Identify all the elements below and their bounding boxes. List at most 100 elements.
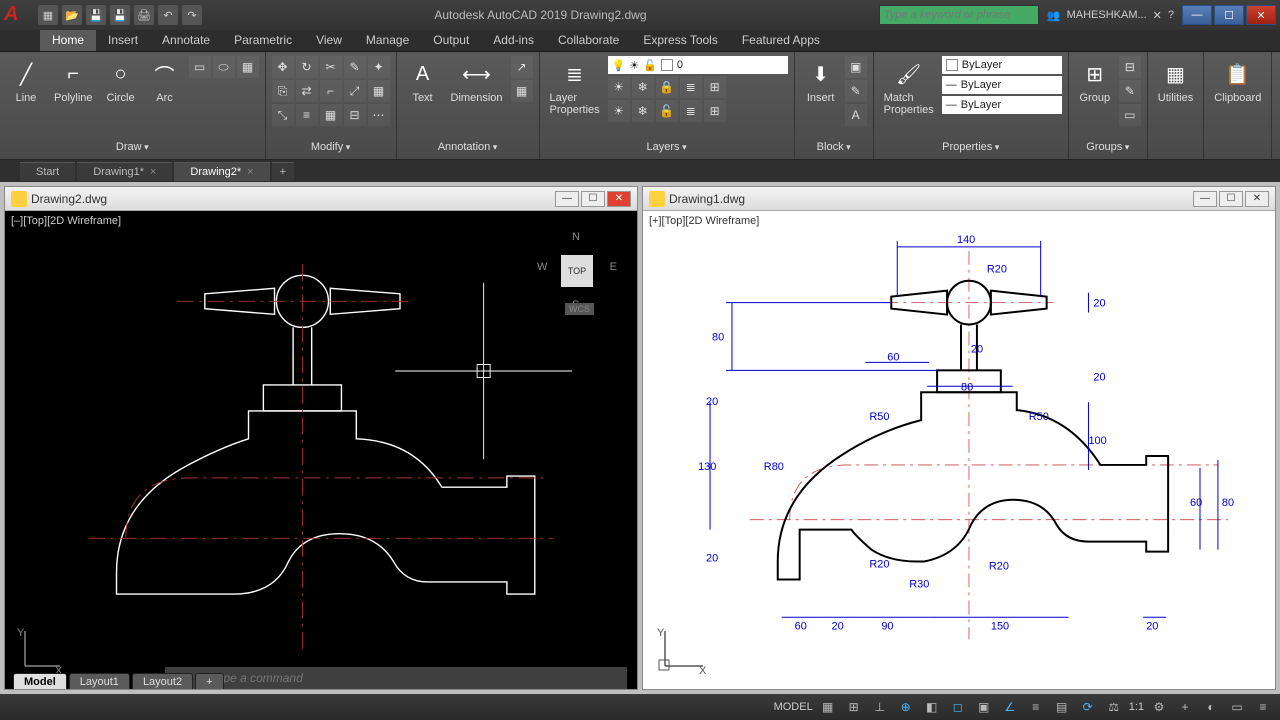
- command-input[interactable]: [211, 671, 621, 685]
- layer-properties-tool[interactable]: ≣Layer Properties: [546, 56, 604, 122]
- snap-icon[interactable]: ⊞: [843, 697, 865, 717]
- dimension-tool[interactable]: ⟷Dimension: [447, 56, 507, 106]
- mirror-icon[interactable]: ⇄: [296, 80, 318, 102]
- layer-iso-icon[interactable]: ⊞: [704, 76, 726, 98]
- layer-thaw-icon[interactable]: ❄: [632, 100, 654, 122]
- tab-manage[interactable]: Manage: [354, 30, 421, 51]
- create-block-icon[interactable]: ▣: [845, 56, 867, 78]
- polar-icon[interactable]: ⊕: [895, 697, 917, 717]
- tab-home[interactable]: Home: [40, 30, 96, 51]
- osnap-icon[interactable]: ◻: [947, 697, 969, 717]
- tab-insert[interactable]: Insert: [96, 30, 150, 51]
- panel-properties-label[interactable]: Properties: [880, 139, 1062, 155]
- grid-icon[interactable]: ▦: [817, 697, 839, 717]
- close-icon[interactable]: ×: [150, 166, 156, 178]
- scale-label[interactable]: 1:1: [1129, 701, 1144, 713]
- otrack-icon[interactable]: ∠: [999, 697, 1021, 717]
- table-icon[interactable]: ▦: [511, 80, 533, 102]
- lineweight-dropdown[interactable]: —ByLayer: [942, 76, 1062, 94]
- layout-add-tab[interactable]: +: [195, 673, 223, 689]
- cycling-icon[interactable]: ⟳: [1077, 697, 1099, 717]
- ellipse-icon[interactable]: ⬭: [213, 56, 235, 78]
- layer-on-icon[interactable]: ☀: [608, 100, 630, 122]
- tab-parametric[interactable]: Parametric: [222, 30, 304, 51]
- doc-tab-add[interactable]: +: [272, 162, 294, 181]
- text-tool[interactable]: AText: [403, 56, 443, 106]
- cleanscreen-icon[interactable]: ▭: [1226, 697, 1248, 717]
- tab-view[interactable]: View: [304, 30, 354, 51]
- ungroup-icon[interactable]: ⊟: [1119, 56, 1141, 78]
- explode-icon[interactable]: ✦: [368, 56, 390, 78]
- close-button[interactable]: ✕: [1246, 5, 1276, 25]
- color-dropdown[interactable]: ByLayer: [942, 56, 1062, 74]
- doc-tab-drawing1[interactable]: Drawing1*×: [77, 162, 172, 181]
- layer-match-icon[interactable]: ≣: [680, 76, 702, 98]
- qat-new-icon[interactable]: ▦: [38, 5, 58, 25]
- qat-plot-icon[interactable]: 🖨: [134, 5, 154, 25]
- transparency-icon[interactable]: ▤: [1051, 697, 1073, 717]
- 3dosnap-icon[interactable]: ▣: [973, 697, 995, 717]
- panel-layers-label[interactable]: Layers: [546, 139, 788, 155]
- layer-dropdown[interactable]: 💡☀🔓 0: [608, 56, 788, 74]
- viewport-drawing2[interactable]: [–][Top][2D Wireframe] TOP N S E W WCS: [5, 211, 637, 689]
- panel-annotation-label[interactable]: Annotation: [403, 139, 533, 155]
- ortho-icon[interactable]: ⊥: [869, 697, 891, 717]
- copy-icon[interactable]: ⎘: [272, 80, 294, 102]
- annoscale-icon[interactable]: ⚖: [1103, 697, 1125, 717]
- panel-groups-label[interactable]: Groups: [1075, 139, 1141, 155]
- help-icon[interactable]: ?: [1168, 9, 1174, 21]
- align-icon[interactable]: ⊟: [344, 104, 366, 126]
- doc-minimize-button[interactable]: —: [1193, 191, 1217, 207]
- layout1-tab[interactable]: Layout1: [69, 673, 130, 689]
- layer-unlock-icon[interactable]: 🔓: [656, 100, 678, 122]
- help-search-input[interactable]: [879, 5, 1039, 25]
- qat-undo-icon[interactable]: ↶: [158, 5, 178, 25]
- polyline-tool[interactable]: ⌐Polyline: [50, 56, 97, 106]
- rect-icon[interactable]: ▭: [189, 56, 211, 78]
- doc-close-button[interactable]: ✕: [607, 191, 631, 207]
- qat-redo-icon[interactable]: ↷: [182, 5, 202, 25]
- paste-tool[interactable]: 📋Clipboard: [1210, 56, 1265, 106]
- fillet-icon[interactable]: ⌐: [320, 80, 342, 102]
- array-icon[interactable]: ▦: [368, 80, 390, 102]
- isolate-icon[interactable]: ◐: [1200, 697, 1222, 717]
- leader-icon[interactable]: ↗: [511, 56, 533, 78]
- arc-tool[interactable]: ⌒Arc: [145, 56, 185, 106]
- viewport-drawing1[interactable]: [+][Top][2D Wireframe]: [643, 211, 1275, 689]
- tab-collaborate[interactable]: Collaborate: [546, 30, 631, 51]
- more-icon[interactable]: ⋯: [368, 104, 390, 126]
- trim-icon[interactable]: ✂: [320, 56, 342, 78]
- panel-modify-label[interactable]: Modify: [272, 139, 390, 155]
- offset-icon[interactable]: ≡: [296, 104, 318, 126]
- tab-express[interactable]: Express Tools: [631, 30, 729, 51]
- tab-annotate[interactable]: Annotate: [150, 30, 222, 51]
- stretch-icon[interactable]: ⤢: [344, 80, 366, 102]
- close-icon[interactable]: ×: [247, 166, 253, 178]
- a360-icon[interactable]: 👥: [1047, 9, 1061, 22]
- doc-close-button[interactable]: ✕: [1245, 191, 1269, 207]
- status-model[interactable]: MODEL: [774, 701, 813, 713]
- tab-featured[interactable]: Featured Apps: [730, 30, 832, 51]
- doc-tab-start[interactable]: Start: [20, 162, 75, 181]
- line-tool[interactable]: ╱Line: [6, 56, 46, 106]
- layout2-tab[interactable]: Layout2: [132, 673, 193, 689]
- group-sel-icon[interactable]: ▭: [1119, 104, 1141, 126]
- group-tool[interactable]: ⊞Group: [1075, 56, 1115, 106]
- move-icon[interactable]: ✥: [272, 56, 294, 78]
- doc-minimize-button[interactable]: —: [555, 191, 579, 207]
- match-properties-tool[interactable]: 🖌Match Properties: [880, 56, 938, 118]
- minimize-button[interactable]: —: [1182, 5, 1212, 25]
- lwt-icon[interactable]: ≡: [1025, 697, 1047, 717]
- tab-addins[interactable]: Add-ins: [481, 30, 546, 51]
- panel-draw-label[interactable]: Draw: [6, 139, 259, 155]
- doc-maximize-button[interactable]: ☐: [581, 191, 605, 207]
- qat-save-icon[interactable]: 💾: [86, 5, 106, 25]
- doc-titlebar[interactable]: Drawing1.dwg — ☐ ✕: [643, 187, 1275, 211]
- qat-saveas-icon[interactable]: 💾: [110, 5, 130, 25]
- doc-titlebar[interactable]: Drawing2.dwg — ☐ ✕: [5, 187, 637, 211]
- edit-block-icon[interactable]: ✎: [845, 80, 867, 102]
- insert-block-tool[interactable]: ⬇Insert: [801, 56, 841, 106]
- measure-tool[interactable]: ▦Utilities: [1154, 56, 1197, 106]
- user-name[interactable]: MAHESHKAM...: [1067, 9, 1147, 21]
- layer-uniso-icon[interactable]: ⊞: [704, 100, 726, 122]
